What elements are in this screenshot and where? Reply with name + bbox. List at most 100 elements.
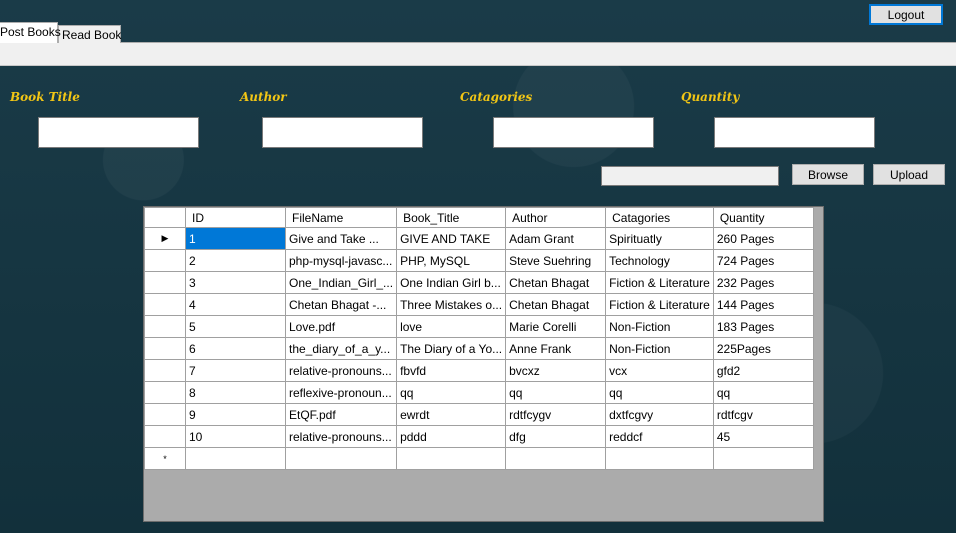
tab-post-books[interactable]: Post Books xyxy=(0,22,61,43)
cell-id[interactable]: 6 xyxy=(185,337,286,360)
column-header-filename[interactable]: FileName xyxy=(284,207,398,228)
cell-filename[interactable]: the_diary_of_a_y... xyxy=(284,337,398,360)
cell-id[interactable]: 9 xyxy=(185,403,286,426)
row-header-cell[interactable] xyxy=(144,293,186,316)
cell-quantity[interactable]: 144 Pages xyxy=(712,293,814,316)
table-row[interactable]: ▶ 1 Give and Take ... GIVE AND TAKE Adam Gra… xyxy=(144,227,814,250)
cell-author[interactable]: Steve Suehring xyxy=(505,249,607,272)
cell-filename[interactable]: php-mysql-javasc... xyxy=(284,249,398,272)
cell-author[interactable]: Chetan Bhagat xyxy=(505,271,607,294)
cell-categories[interactable]: Non-Fiction xyxy=(605,315,714,338)
cell-categories[interactable]: qq xyxy=(605,381,714,404)
cell-book-title[interactable]: Three Mistakes o... xyxy=(396,293,507,316)
new-row-cell[interactable] xyxy=(185,447,286,470)
cell-book-title[interactable]: ewrdt xyxy=(396,403,507,426)
cell-quantity[interactable]: gfd2 xyxy=(712,359,814,382)
cell-book-title[interactable]: PHP, MySQL xyxy=(396,249,507,272)
author-input[interactable] xyxy=(262,117,423,148)
table-row[interactable]: 5 Love.pdf love Marie Corelli Non-Fiction 183… xyxy=(144,315,814,338)
new-row-cell[interactable] xyxy=(505,447,607,470)
cell-id[interactable]: 8 xyxy=(185,381,286,404)
cell-filename[interactable]: Give and Take ... xyxy=(284,227,398,250)
cell-id[interactable]: 4 xyxy=(185,293,286,316)
column-header-quantity[interactable]: Quantity xyxy=(712,207,814,228)
cell-quantity[interactable]: rdtfcgv xyxy=(712,403,814,426)
table-row[interactable]: 6 the_diary_of_a_y... The Diary of a Yo...… xyxy=(144,337,814,360)
tab-read-book[interactable]: Read Book xyxy=(58,25,121,43)
column-header-categories[interactable]: Catagories xyxy=(605,207,714,228)
cell-categories[interactable]: dxtfcgvy xyxy=(605,403,714,426)
table-row[interactable]: 4 Chetan Bhagat -... Three Mistakes o... C… xyxy=(144,293,814,316)
book-title-input[interactable] xyxy=(38,117,199,148)
cell-categories[interactable]: vcx xyxy=(605,359,714,382)
cell-author[interactable]: rdtfcygv xyxy=(505,403,607,426)
row-header-cell[interactable] xyxy=(144,315,186,338)
cell-filename[interactable]: One_Indian_Girl_... xyxy=(284,271,398,294)
cell-quantity[interactable]: qq xyxy=(712,381,814,404)
cell-book-title[interactable]: pddd xyxy=(396,425,507,448)
cell-id[interactable]: 10 xyxy=(185,425,286,448)
cell-id[interactable]: 3 xyxy=(185,271,286,294)
cell-id[interactable]: 1 xyxy=(185,227,286,250)
cell-categories[interactable]: Fiction & Literature xyxy=(605,271,714,294)
cell-quantity[interactable]: 724 Pages xyxy=(712,249,814,272)
cell-book-title[interactable]: fbvfd xyxy=(396,359,507,382)
table-row[interactable]: 7 relative-pronouns... fbvfd bvcxz vcx gfd2 xyxy=(144,359,814,382)
column-header-author[interactable]: Author xyxy=(505,207,607,228)
new-row-cell[interactable] xyxy=(712,447,814,470)
cell-author[interactable]: qq xyxy=(505,381,607,404)
cell-categories[interactable]: Technology xyxy=(605,249,714,272)
cell-filename[interactable]: Love.pdf xyxy=(284,315,398,338)
cell-book-title[interactable]: GIVE AND TAKE xyxy=(396,227,507,250)
row-header-cell[interactable] xyxy=(144,359,186,382)
cell-author[interactable]: dfg xyxy=(505,425,607,448)
cell-filename[interactable]: Chetan Bhagat -... xyxy=(284,293,398,316)
cell-categories[interactable]: Fiction & Literature xyxy=(605,293,714,316)
cell-author[interactable]: bvcxz xyxy=(505,359,607,382)
row-header-cell[interactable] xyxy=(144,381,186,404)
cell-categories[interactable]: reddcf xyxy=(605,425,714,448)
cell-author[interactable]: Anne Frank xyxy=(505,337,607,360)
cell-book-title[interactable]: love xyxy=(396,315,507,338)
new-row[interactable]: * xyxy=(144,447,814,470)
new-row-cell[interactable] xyxy=(396,447,507,470)
cell-filename[interactable]: relative-pronouns... xyxy=(284,359,398,382)
logout-button[interactable]: Logout xyxy=(869,4,943,25)
row-header-cell[interactable] xyxy=(144,249,186,272)
upload-button[interactable]: Upload xyxy=(873,164,945,185)
row-header-cell[interactable] xyxy=(144,403,186,426)
cell-quantity[interactable]: 260 Pages xyxy=(712,227,814,250)
row-header-cell[interactable] xyxy=(144,425,186,448)
cell-quantity[interactable]: 232 Pages xyxy=(712,271,814,294)
cell-id[interactable]: 2 xyxy=(185,249,286,272)
table-row[interactable]: 8 reflexive-pronoun... qq qq qq qq xyxy=(144,381,814,404)
new-row-cell[interactable] xyxy=(605,447,714,470)
cell-book-title[interactable]: The Diary of a Yo... xyxy=(396,337,507,360)
table-row[interactable]: 3 One_Indian_Girl_... One Indian Girl b...… xyxy=(144,271,814,294)
quantity-input[interactable] xyxy=(714,117,875,148)
new-row-cell[interactable] xyxy=(284,447,398,470)
row-header-cell[interactable] xyxy=(144,337,186,360)
cell-id[interactable]: 7 xyxy=(185,359,286,382)
cell-filename[interactable]: reflexive-pronoun... xyxy=(284,381,398,404)
cell-quantity[interactable]: 183 Pages xyxy=(712,315,814,338)
column-header-book-title[interactable]: Book_Title xyxy=(396,207,507,228)
cell-filename[interactable]: EtQF.pdf xyxy=(284,403,398,426)
table-row[interactable]: 9 EtQF.pdf ewrdt rdtfcygv dxtfcgvy rdtfcgv xyxy=(144,403,814,426)
current-row-indicator[interactable]: ▶ xyxy=(144,227,186,250)
cell-categories[interactable]: Non-Fiction xyxy=(605,337,714,360)
table-row[interactable]: 2 php-mysql-javasc... PHP, MySQL Steve Sueh… xyxy=(144,249,814,272)
books-data-grid[interactable]: ID FileName Book_Title Author Catagories… xyxy=(143,206,824,522)
cell-quantity[interactable]: 225Pages xyxy=(712,337,814,360)
cell-quantity[interactable]: 45 xyxy=(712,425,814,448)
categories-input[interactable] xyxy=(493,117,654,148)
column-header-id[interactable]: ID xyxy=(185,207,286,228)
table-row[interactable]: 10 relative-pronouns... pddd dfg reddcf 45 xyxy=(144,425,814,448)
row-header-cell[interactable] xyxy=(144,271,186,294)
cell-book-title[interactable]: qq xyxy=(396,381,507,404)
file-path-input[interactable] xyxy=(601,166,779,186)
cell-categories[interactable]: Spirituatly xyxy=(605,227,714,250)
cell-filename[interactable]: relative-pronouns... xyxy=(284,425,398,448)
new-row-indicator[interactable]: * xyxy=(144,447,186,470)
cell-author[interactable]: Chetan Bhagat xyxy=(505,293,607,316)
